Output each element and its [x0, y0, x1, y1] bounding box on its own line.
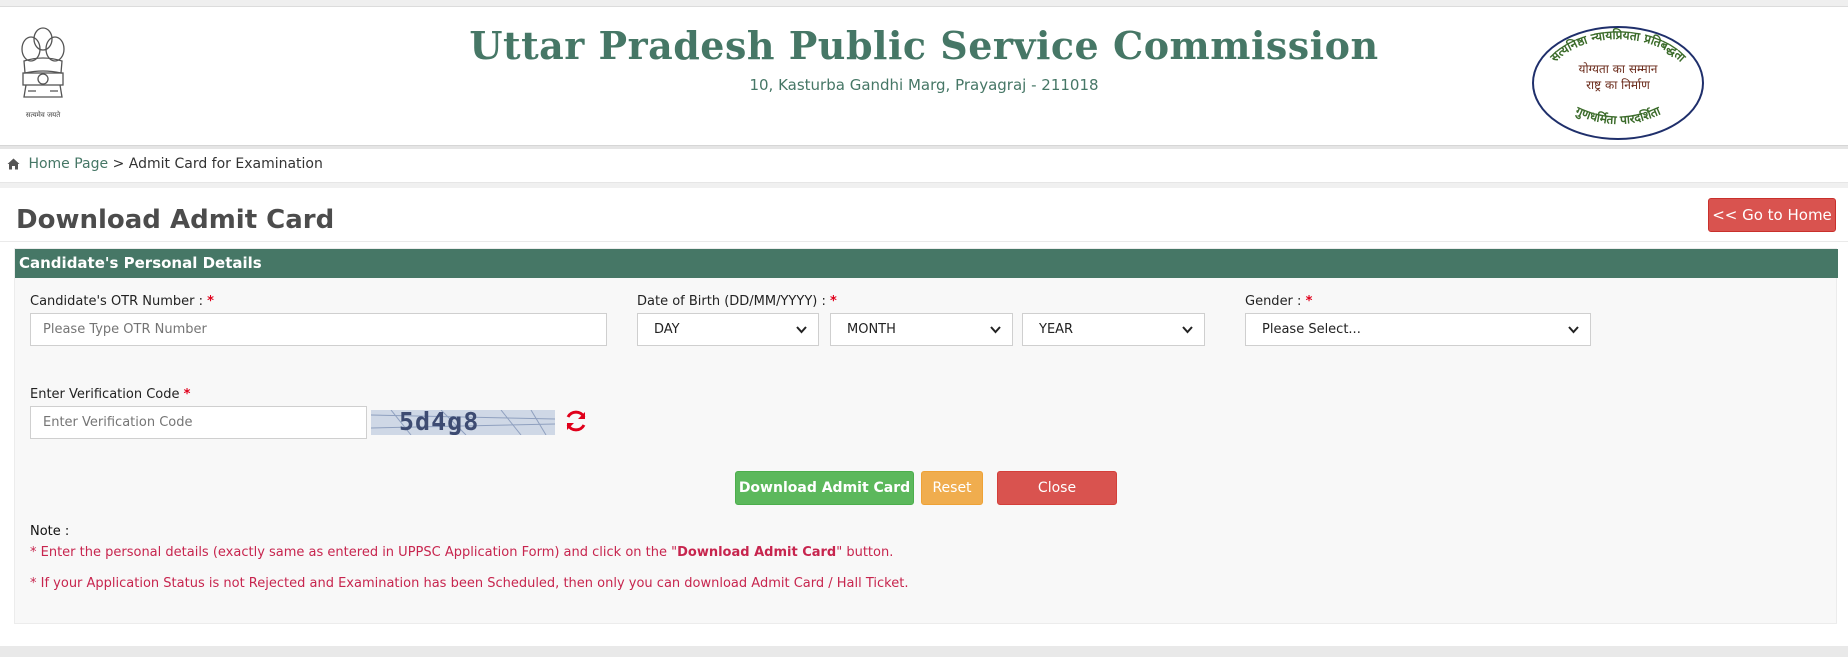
note-line-1: * Enter the personal details (exactly sa… — [30, 545, 894, 560]
breadcrumb-current: Admit Card for Examination — [128, 156, 323, 172]
note-line-2: * If your Application Status is not Reje… — [30, 576, 909, 591]
required-mark: * — [183, 387, 191, 402]
breadcrumb: Home Page > Admit Card for Examination — [0, 149, 1848, 183]
otr-number-input[interactable] — [30, 313, 607, 346]
download-admit-card-button[interactable]: Download Admit Card — [735, 471, 914, 505]
home-icon — [7, 158, 20, 170]
gender-label: Gender : * — [1245, 294, 1313, 309]
chevron-down-icon — [990, 326, 1001, 334]
gender-select[interactable]: Please Select... — [1245, 313, 1591, 346]
heading-divider — [0, 241, 1848, 242]
dob-label: Date of Birth (DD/MM/YYYY) : * — [637, 294, 837, 309]
captcha-text: 5d4g8 — [399, 410, 480, 435]
note-label: Note : — [30, 524, 70, 539]
required-mark: * — [1305, 294, 1313, 309]
captcha-image: 5d4g8 — [371, 410, 555, 435]
top-strip — [0, 0, 1848, 7]
dob-day-value: DAY — [654, 322, 680, 337]
svg-text:योग्यता का सम्मान: योग्यता का सम्मान — [1579, 62, 1658, 76]
chevron-down-icon — [796, 326, 807, 334]
verification-code-input[interactable] — [30, 406, 367, 439]
page-title: Download Admit Card — [16, 205, 335, 235]
dob-year-value: YEAR — [1039, 322, 1074, 337]
chevron-down-icon — [1182, 326, 1193, 334]
dob-year-select[interactable]: YEAR — [1022, 313, 1205, 346]
uppsc-seal-logo: सत्यनिष्ठा न्यायप्रियता प्रतिबद्धता योग्… — [1532, 26, 1704, 140]
close-button[interactable]: Close — [997, 471, 1117, 505]
refresh-captcha-icon[interactable] — [563, 408, 589, 434]
otr-label: Candidate's OTR Number : * — [30, 294, 214, 309]
go-to-home-button[interactable]: << Go to Home — [1708, 198, 1836, 232]
breadcrumb-divider — [0, 183, 1848, 188]
verification-code-label: Enter Verification Code * — [30, 387, 191, 402]
dob-month-value: MONTH — [847, 322, 896, 337]
chevron-down-icon — [1568, 326, 1579, 334]
required-mark: * — [207, 294, 214, 309]
breadcrumb-home-link[interactable]: Home Page — [28, 156, 108, 172]
gender-value: Please Select... — [1262, 322, 1361, 337]
dob-day-select[interactable]: DAY — [637, 313, 819, 346]
reset-button[interactable]: Reset — [921, 471, 983, 505]
panel-title: Candidate's Personal Details — [15, 249, 1838, 278]
svg-text:राष्ट्र का निर्माण: राष्ट्र का निर्माण — [1586, 78, 1650, 92]
svg-text:सत्यमेव जयते: सत्यमेव जयते — [26, 110, 61, 119]
site-header: सत्यमेव जयते Uttar Pradesh Public Servic… — [0, 7, 1848, 146]
required-mark: * — [829, 294, 837, 309]
dob-month-select[interactable]: MONTH — [830, 313, 1013, 346]
breadcrumb-separator: > — [112, 156, 125, 172]
bottom-strip — [0, 646, 1848, 657]
